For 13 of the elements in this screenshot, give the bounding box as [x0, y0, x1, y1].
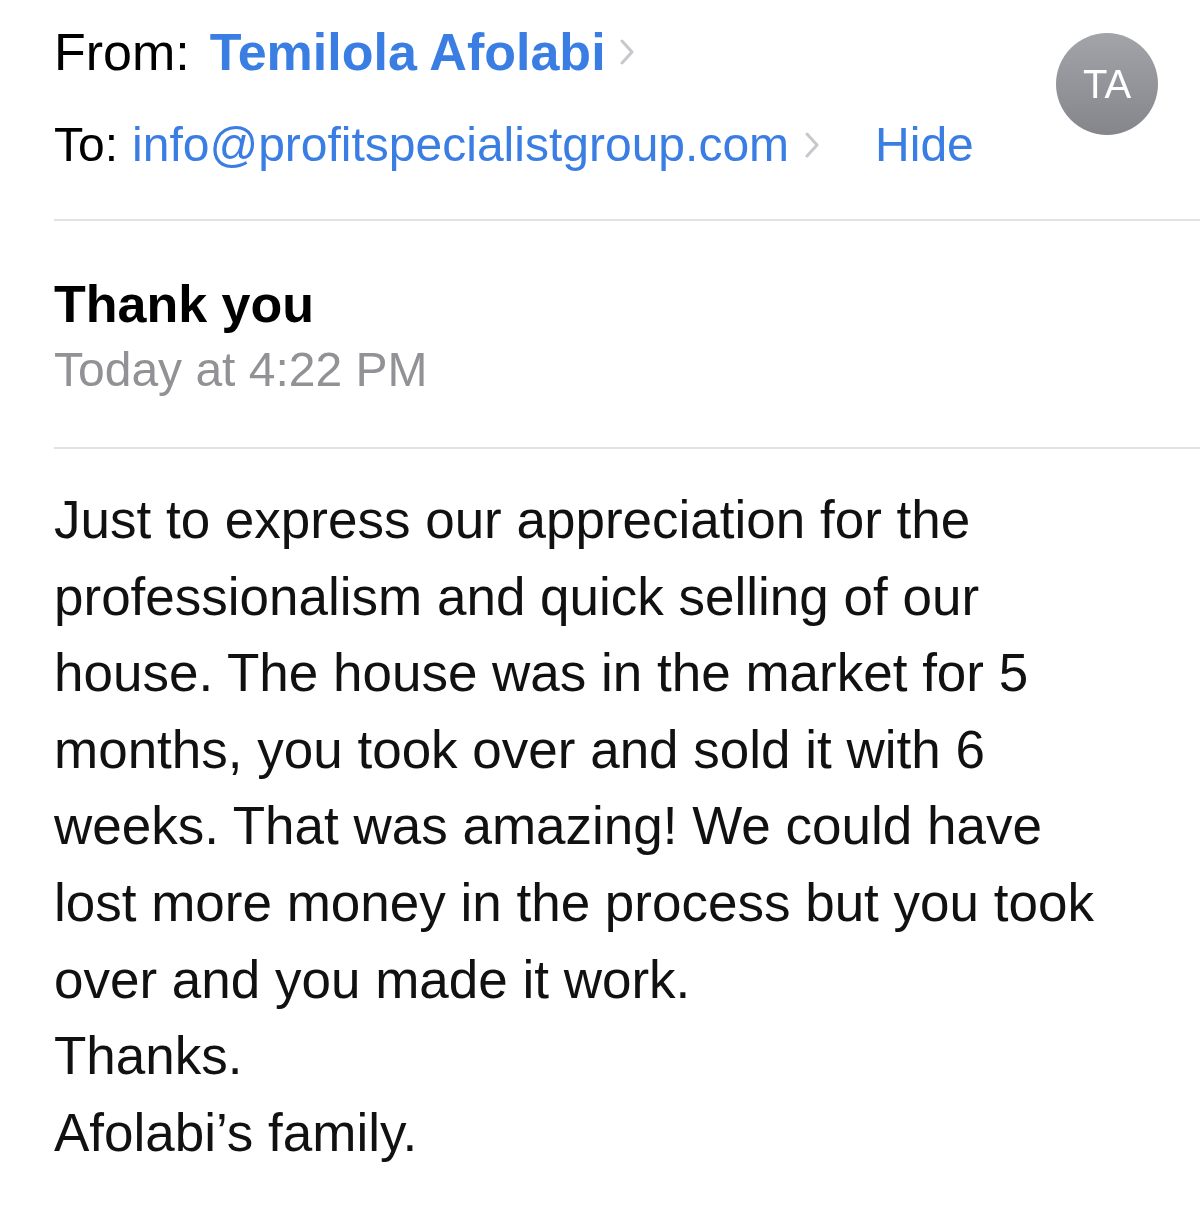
from-label: From:: [54, 22, 190, 82]
message-text: Thanks.: [54, 1025, 244, 1088]
email-date: Today at 4:22 PM: [54, 342, 429, 398]
chevron-icon: [619, 39, 634, 65]
chevron-icon: [805, 132, 820, 158]
to-label: To:: [54, 117, 119, 173]
sender-name[interactable]: Temilola Afolabi: [209, 22, 606, 82]
message-text: Afolabi’s family.: [54, 1101, 419, 1164]
hide-link[interactable]: Hide: [875, 115, 974, 175]
recipient-address[interactable]: info@profitspecialistgroup.com: [132, 115, 790, 175]
email-subject: Thank you: [54, 274, 316, 334]
message-text: Just to express our appreciation for the professionalism and quick selling of our house. The house was in the market for 5 months, you took over and sold it with 6 weeks. That was amazing! We could have lost more money in the process but you took over and you made it work.: [54, 489, 1095, 1011]
avatar: TA: [1056, 33, 1158, 135]
